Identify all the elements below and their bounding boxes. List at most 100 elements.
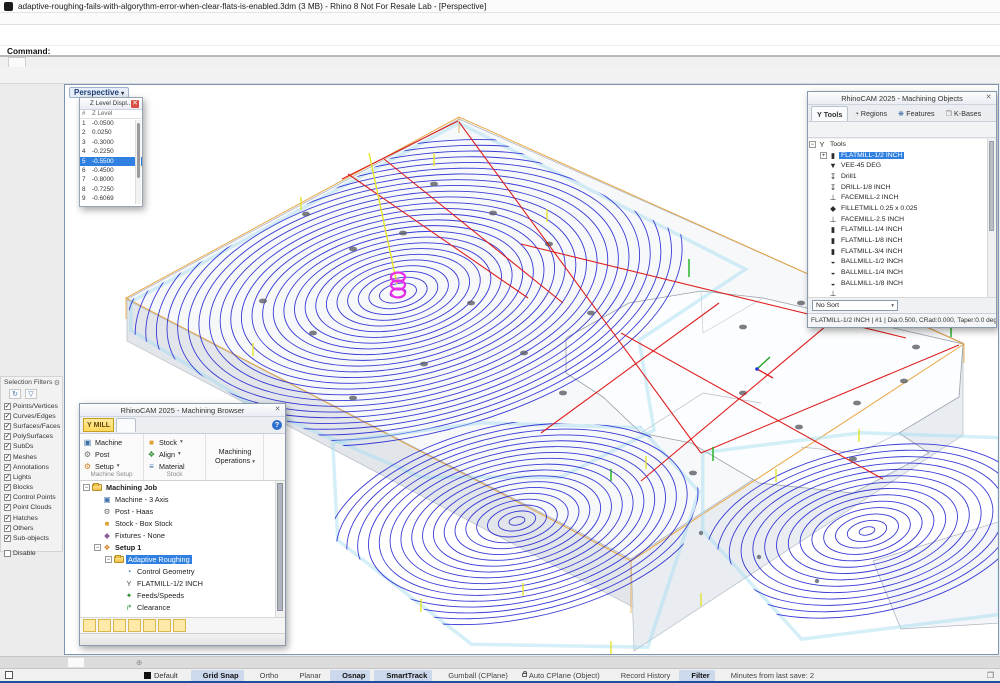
toolbar-tab[interactable] [8,57,26,67]
toolbar-tab[interactable] [202,57,218,67]
disable-checkbox[interactable] [4,550,11,557]
tree-row[interactable]: − Machining Job [81,481,275,493]
toolbar-tab[interactable] [122,57,138,67]
tree-row[interactable]: ⚙ Post - Haas [81,505,275,517]
status-toggle[interactable]: Planar [287,670,326,681]
tool-item[interactable]: ▼ VEE-45 DEG [809,160,987,171]
ribbon-button[interactable]: ■ Stock ▾ [147,436,203,448]
viewport-tab[interactable] [100,658,116,667]
close-icon[interactable]: ✕ [984,94,993,103]
tool-item[interactable]: ◒ BALLMILL-1/4 INCH [809,267,987,278]
toolbar-tab[interactable] [106,57,122,67]
filter-checkbox[interactable]: ✓ [4,443,11,450]
machining-operations-button[interactable]: Machining Operations ▾ [206,434,264,480]
status-toggle[interactable]: Filter [679,670,714,681]
status-toggle[interactable]: Ortho [248,670,284,681]
tool-item[interactable]: ↧ DRILL-1/8 INCH [809,182,987,193]
layer-pane[interactable]: Default [133,671,189,680]
z-level-scrollbar[interactable] [135,120,141,204]
toolbar-tab[interactable] [170,57,186,67]
status-toggle[interactable]: Record History [609,670,676,681]
filter-checkbox[interactable]: ✓ [4,515,11,522]
command-prompt[interactable]: Command: [0,46,1000,57]
viewport-tab[interactable] [84,658,100,667]
tool-item[interactable]: ▮ FLATMILL-1/4 INCH [809,225,987,236]
tree-row[interactable]: ✦ Feeds/Speeds [81,589,275,601]
mill-module-tab[interactable]: Υ MILL [83,418,114,432]
tools-root-row[interactable]: − Υ Tools [809,139,987,150]
toolbar-tab[interactable] [186,57,202,67]
status-toggle[interactable]: Minutes from last save: 2 [719,670,819,681]
status-field[interactable] [23,671,45,680]
tools-scrollbar[interactable] [987,139,995,297]
filter-checkbox[interactable]: ✓ [4,474,11,481]
status-field[interactable] [89,671,111,680]
tree-row[interactable]: ■ Stock - Box Stock [81,517,275,529]
tool-item[interactable]: ▮ FLATMILL-3/4 INCH [809,246,987,257]
toolbar-tab[interactable] [218,57,234,67]
tree-row[interactable]: − ❖ Setup 1 [81,541,275,553]
filter-checkbox[interactable]: ✓ [4,433,11,440]
close-icon[interactable]: ✕ [273,406,282,415]
tool-item[interactable]: ⊥ FACEMILL-2 INCH [809,192,987,203]
viewport-tab[interactable] [68,658,84,667]
filter-checkbox[interactable]: ✓ [4,494,11,501]
toolbar-tab[interactable] [74,57,90,67]
viewport[interactable]: Perspective ▾ Z Level Displ... ✕ # Z Lev… [64,84,999,655]
tool-item[interactable]: ⊥ FACEMILL-2.5 INCH [809,214,987,225]
new-viewport-icon[interactable]: ⊕ [136,658,142,667]
z-level-row[interactable]: 6 -0.4500 [80,166,142,175]
tool-item[interactable]: ◆ FILLETMILL 0.25 x 0.025 [809,203,987,214]
machining-objects-tab[interactable]: Υ Tools [811,106,848,121]
machining-objects-tab[interactable]: ❋ Features [893,106,939,121]
layer-swatch-icon[interactable] [5,671,13,679]
ribbon-button[interactable]: ❖ Align ▾ [147,448,203,460]
z-level-row[interactable]: 4 -0.2250 [80,147,142,156]
status-toggle[interactable]: Osnap [330,670,370,681]
toolbar-tab[interactable] [58,57,74,67]
filter-funnel-icon[interactable]: ▽ [25,389,37,399]
toolbar-tab[interactable] [138,57,154,67]
tool-item[interactable]: ◒ BALLMILL-1/8 INCH [809,278,987,289]
toolbar-tab[interactable] [42,57,58,67]
ribbon-button[interactable]: ⚙ Post [83,448,141,460]
tree-row[interactable]: Υ FLATMILL-1/2 INCH [81,577,275,589]
filter-checkbox[interactable]: ✓ [4,484,11,491]
tool-item[interactable]: + ▮ FLATMILL-1/2 INCH [809,150,987,161]
sort-dropdown[interactable]: No Sort ▾ [812,300,898,311]
filter-checkbox[interactable]: ✓ [4,403,11,410]
expand-icon[interactable]: − [105,556,112,563]
tree-row[interactable]: ↱ Clearance [81,601,275,613]
tree-scrollbar[interactable] [275,481,284,617]
close-icon[interactable]: ✕ [131,100,139,108]
tree-row[interactable]: ◆ Fixtures - None [81,529,275,541]
ribbon-button[interactable]: ▣ Machine [83,436,141,448]
expand-icon[interactable]: − [94,544,101,551]
status-toggle[interactable]: SmartTrack [374,670,432,681]
filter-checkbox[interactable]: ✓ [4,413,11,420]
collapse-icon[interactable]: − [809,141,816,148]
toolbar-tab[interactable] [250,57,266,67]
browser-tab[interactable] [136,419,154,432]
viewport-tab[interactable] [116,658,132,667]
z-level-row[interactable]: 1 -0.0500 [80,119,142,128]
z-level-row[interactable]: 5 -0.5500 [80,157,142,166]
toolbar-tab[interactable] [26,57,42,67]
tree-row[interactable]: ▣ Machine - 3 Axis [81,493,275,505]
toolbar-tab[interactable] [234,57,250,67]
tool-item[interactable]: ▮ FLATMILL-1/8 INCH [809,235,987,246]
status-field[interactable] [111,671,133,680]
help-icon[interactable]: ? [272,420,282,430]
filter-checkbox[interactable]: ✓ [4,535,11,542]
filter-checkbox[interactable]: ✓ [4,464,11,471]
tool-item[interactable]: ◒ BALLMILL-1/2 INCH [809,257,987,268]
z-level-row[interactable]: 2 0.0250 [80,128,142,137]
tool-item[interactable]: ↧ Drill1 [809,171,987,182]
toolbar-tab[interactable] [90,57,106,67]
tree-row[interactable]: ◔ Control Geometry [81,565,275,577]
filter-checkbox[interactable]: ✓ [4,504,11,511]
tree-row[interactable]: − Adaptive Roughing [81,553,275,565]
machining-objects-tab[interactable]: ◔ Regions [849,106,892,121]
filter-checkbox[interactable]: ✓ [4,454,11,461]
status-field[interactable] [67,671,89,680]
